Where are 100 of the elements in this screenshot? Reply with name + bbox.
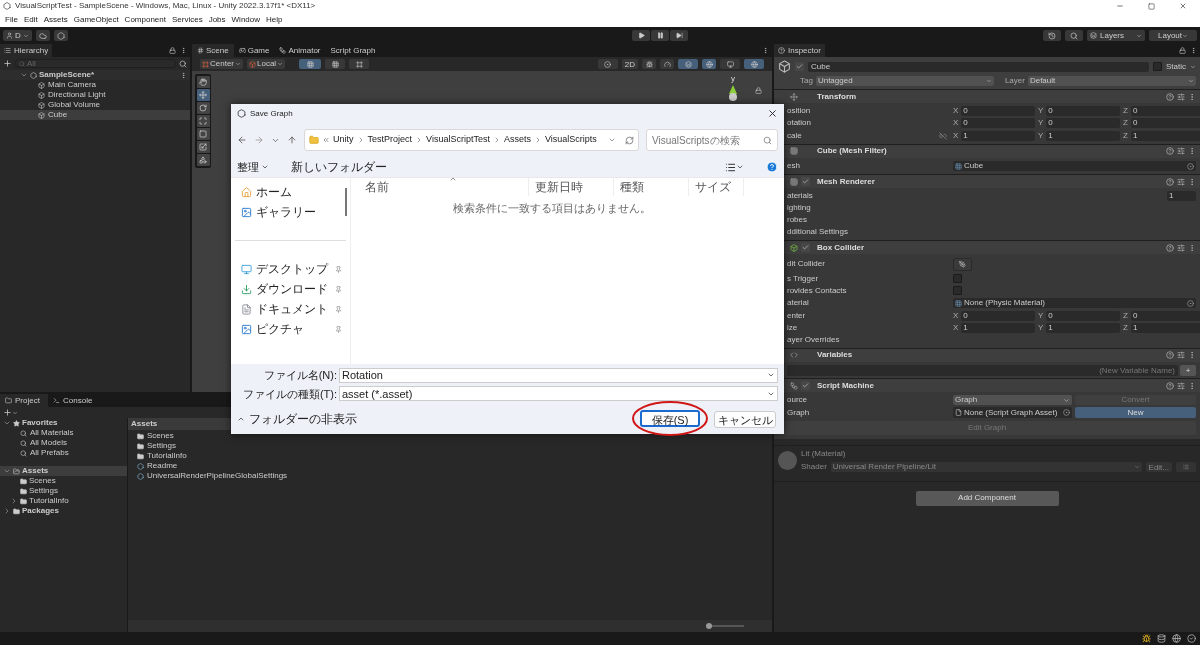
presets-icon[interactable] bbox=[1177, 244, 1185, 252]
view-tab[interactable]: Script Graph bbox=[325, 44, 381, 57]
back-icon[interactable] bbox=[237, 135, 247, 145]
up-icon[interactable] bbox=[287, 135, 297, 145]
space-dropdown[interactable]: Local bbox=[247, 59, 286, 69]
favorite-item[interactable]: All Prefabs bbox=[0, 448, 127, 458]
caret-right-icon[interactable] bbox=[3, 507, 11, 515]
number-field[interactable]: 0 bbox=[961, 106, 1035, 117]
edit-collider-button[interactable] bbox=[953, 258, 972, 271]
menu-item[interactable]: Services bbox=[168, 13, 206, 26]
presets-icon[interactable] bbox=[1177, 147, 1185, 156]
column-header[interactable]: 更新日時 bbox=[529, 178, 614, 196]
number-field[interactable]: 0 bbox=[1130, 106, 1200, 117]
object-picker-icon[interactable] bbox=[1187, 162, 1194, 170]
number-field[interactable]: 0 bbox=[961, 118, 1035, 129]
foldout-label[interactable]: ayer Overrides bbox=[787, 333, 840, 346]
play-button[interactable] bbox=[632, 30, 651, 41]
favorite-item[interactable]: All Materials bbox=[0, 428, 127, 438]
tree-item[interactable]: Settings bbox=[0, 486, 127, 496]
path-segment[interactable]: VisualScripts bbox=[544, 133, 597, 147]
favorite-item[interactable]: All Models bbox=[0, 438, 127, 448]
help-icon[interactable] bbox=[1166, 92, 1174, 101]
lock-icon[interactable] bbox=[755, 87, 762, 94]
forward-icon[interactable] bbox=[254, 135, 264, 145]
new-button[interactable]: New bbox=[1075, 407, 1196, 419]
menu-item[interactable]: Assets bbox=[40, 13, 71, 26]
add-component-button[interactable]: Add Component bbox=[915, 490, 1059, 506]
menu-item[interactable]: File bbox=[2, 13, 21, 26]
asset-item[interactable]: Readme bbox=[137, 461, 772, 471]
foldout-label[interactable]: ighting bbox=[787, 202, 811, 215]
enable-checkbox[interactable] bbox=[801, 381, 810, 391]
nav-item[interactable]: デスクトップ bbox=[256, 260, 328, 278]
history-button[interactable] bbox=[1043, 30, 1061, 41]
grid-snap-button[interactable] bbox=[299, 59, 322, 69]
inspector-tab[interactable]: Inspector bbox=[774, 44, 825, 57]
panel-tab[interactable]: Project bbox=[0, 394, 48, 407]
scene-tool-button[interactable] bbox=[196, 115, 210, 127]
scene-tool-button[interactable] bbox=[196, 89, 210, 101]
slider-thumb[interactable] bbox=[706, 623, 712, 629]
camera-button[interactable] bbox=[720, 59, 740, 69]
more-icon[interactable] bbox=[1188, 381, 1196, 390]
graph-asset-field[interactable]: None (Script Graph Asset) bbox=[953, 407, 1072, 419]
increment-snap-button[interactable] bbox=[325, 59, 346, 69]
path-segment[interactable]: Unity bbox=[333, 133, 354, 147]
scene-tool-button[interactable] bbox=[196, 154, 210, 166]
scene-tool-button[interactable] bbox=[196, 76, 210, 88]
address-bar[interactable]: Unity TestProject VisualScriptTest Assets VisualScripts bbox=[304, 129, 639, 151]
pivot-dropdown[interactable]: Center bbox=[200, 59, 243, 69]
settings-button[interactable] bbox=[53, 30, 68, 41]
number-field[interactable]: 0 bbox=[1046, 118, 1120, 129]
number-field[interactable]: 0 bbox=[1130, 118, 1200, 129]
presets-icon[interactable] bbox=[1177, 381, 1185, 390]
shader-dropdown[interactable]: Universal Render Pipeline/Lit bbox=[830, 461, 1142, 472]
nav-item[interactable]: ドキュメント bbox=[256, 300, 328, 318]
number-field[interactable]: 0 bbox=[961, 310, 1035, 321]
asset-item[interactable]: TutorialInfo bbox=[137, 451, 772, 461]
more-icon[interactable] bbox=[1188, 92, 1196, 101]
save-button[interactable]: 保存(S) bbox=[640, 409, 700, 427]
tree-item[interactable]: Scenes bbox=[0, 476, 127, 486]
view-tab[interactable]: Animator bbox=[274, 44, 326, 57]
checkbox[interactable] bbox=[953, 274, 962, 284]
presets-icon[interactable] bbox=[1177, 177, 1185, 186]
tree-item[interactable]: Assets bbox=[0, 466, 127, 476]
asset-item[interactable]: Scenes bbox=[137, 431, 772, 441]
path-segment[interactable]: VisualScriptTest bbox=[426, 133, 490, 147]
more-icon[interactable] bbox=[1188, 147, 1196, 156]
lock-icon[interactable] bbox=[1179, 47, 1186, 54]
favorites-label[interactable]: Favorites bbox=[22, 417, 58, 429]
number-field[interactable]: 0 bbox=[1046, 310, 1120, 321]
help-icon[interactable] bbox=[1166, 147, 1174, 156]
caret-right-icon[interactable] bbox=[10, 497, 18, 505]
account-button[interactable]: D bbox=[3, 30, 32, 41]
view-tab[interactable]: Game bbox=[233, 44, 275, 57]
layer-dropdown[interactable]: Default bbox=[1027, 75, 1196, 86]
scrollbar[interactable] bbox=[345, 188, 347, 216]
help-icon[interactable] bbox=[1166, 351, 1174, 360]
step-button[interactable] bbox=[670, 30, 689, 41]
check-circle-icon[interactable] bbox=[1187, 634, 1196, 643]
menu-item[interactable]: GameObject bbox=[70, 13, 122, 26]
gizmos-button[interactable] bbox=[744, 59, 764, 69]
more-icon[interactable] bbox=[1188, 351, 1196, 360]
layers-dropdown[interactable]: Layers bbox=[1087, 30, 1145, 41]
database-icon[interactable] bbox=[1157, 634, 1166, 643]
visibility-button[interactable] bbox=[702, 59, 716, 69]
audio-button[interactable] bbox=[660, 59, 674, 69]
pause-button[interactable] bbox=[651, 30, 670, 41]
hierarchy-tab[interactable]: Hierarchy bbox=[0, 44, 53, 57]
scene-tool-button[interactable] bbox=[196, 102, 210, 114]
bug-icon[interactable] bbox=[1142, 634, 1151, 643]
refresh-icon[interactable] bbox=[625, 135, 634, 145]
number-field[interactable]: 1 bbox=[961, 322, 1035, 333]
number-field[interactable]: 1 bbox=[1167, 191, 1196, 202]
object-field[interactable]: None (Physic Material) bbox=[953, 298, 1196, 309]
number-field[interactable]: 1 bbox=[961, 130, 1035, 141]
hierarchy-item[interactable]: Cube bbox=[0, 110, 190, 120]
search-type-icon[interactable] bbox=[179, 59, 187, 68]
align-button[interactable] bbox=[349, 59, 370, 69]
tree-item[interactable]: Packages bbox=[0, 506, 127, 516]
layout-dropdown[interactable]: Layout bbox=[1149, 30, 1197, 41]
enable-checkbox[interactable] bbox=[801, 243, 810, 253]
